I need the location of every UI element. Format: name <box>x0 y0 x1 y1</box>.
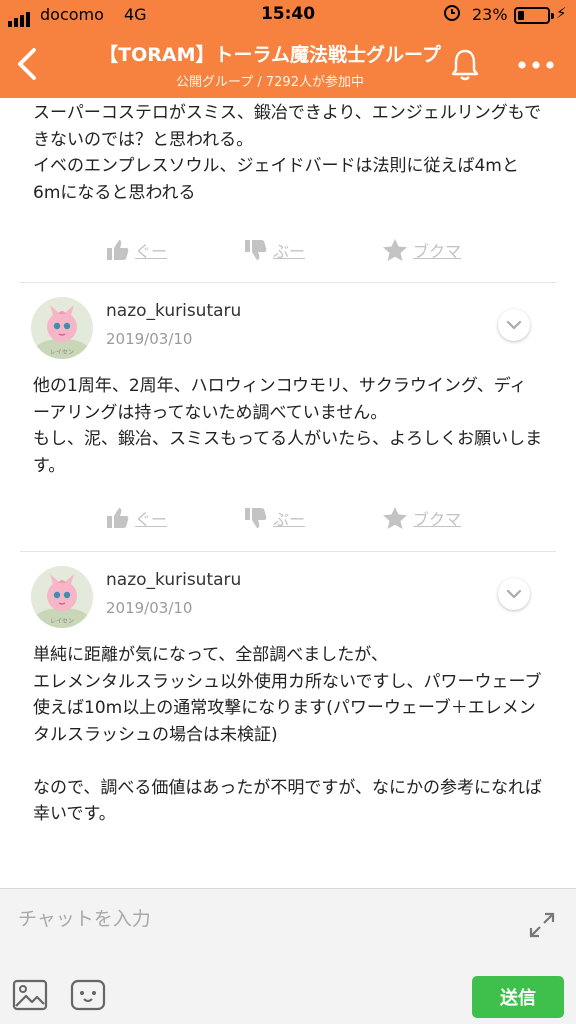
message-text: スーパーコステロがスミス、鍛冶できより、エンジェルリングもできないのでは？と思わ… <box>33 103 542 203</box>
username[interactable]: nazo_kurisutaru <box>106 301 241 321</box>
message-text: 他の1周年、2周年、ハロウィンコウモリ、サクラウイング、ディーアリングは持ってな… <box>33 376 543 476</box>
post-menu-button[interactable] <box>498 578 530 610</box>
dislike-button[interactable]: ぶー <box>244 506 382 530</box>
sticker-icon <box>70 979 106 1011</box>
like-button[interactable]: ぐー <box>106 238 244 262</box>
message-feed[interactable]: スーパーコステロがスミス、鍛冶できより、エンジェルリングもできないのでは？と思わ… <box>0 98 576 888</box>
chevron-left-icon <box>18 48 36 80</box>
more-button[interactable] <box>510 50 562 80</box>
svg-text:レイセン: レイセン <box>50 349 74 356</box>
thumbs-up-icon <box>107 508 129 528</box>
thumbs-down-icon <box>245 240 267 260</box>
bookmark-button[interactable]: ブクマ <box>382 238 520 262</box>
thumbs-down-icon <box>245 508 267 528</box>
post-menu-button[interactable] <box>498 309 530 341</box>
status-bar: docomo 4G 15:40 23% ⚡ <box>0 0 576 30</box>
thumbs-up-icon <box>107 240 129 260</box>
group-subtitle: 公開グループ / 7292人が参加中 <box>176 75 364 90</box>
chevron-down-icon <box>506 589 522 599</box>
reaction-bar: ぐー ぶー ブクマ <box>0 503 576 533</box>
location-lock-icon <box>442 3 462 27</box>
image-icon <box>12 979 48 1011</box>
group-title: 【TORAM】トーラム魔法戦士グループ <box>99 44 441 66</box>
charging-icon: ⚡ <box>556 4 567 22</box>
svg-text:レイセン: レイセン <box>50 618 74 625</box>
title-area[interactable]: 【TORAM】トーラム魔法戦士グループ 公開グループ / 7292人が参加中 <box>60 40 480 90</box>
username[interactable]: nazo_kurisutaru <box>106 570 241 590</box>
star-icon <box>383 507 407 529</box>
chevron-down-icon <box>506 320 522 330</box>
group-header: 【TORAM】トーラム魔法戦士グループ 公開グループ / 7292人が参加中 <box>0 30 576 98</box>
send-button[interactable]: 送信 <box>472 976 564 1018</box>
avatar[interactable]: レイセン <box>31 297 93 359</box>
dislike-button[interactable]: ぶー <box>244 238 382 262</box>
like-button[interactable]: ぐー <box>106 506 244 530</box>
bell-icon <box>451 49 479 81</box>
battery-percent: 23% <box>472 5 508 24</box>
expand-button[interactable] <box>528 911 556 939</box>
image-attach-button[interactable] <box>12 979 48 1011</box>
post-date: 2019/03/10 <box>106 599 193 617</box>
reaction-bar: ぐー ぶー ブクマ <box>0 235 576 265</box>
post-header: レイセン nazo_kurisutaru 2019/03/10 <box>0 297 576 369</box>
message-text: 単純に距離が気になって、全部調べましたが、 エレメンタルスラッシュ以外使用カ所な… <box>33 645 542 824</box>
battery-icon <box>514 7 554 24</box>
notification-button[interactable] <box>446 46 484 84</box>
chat-input[interactable] <box>18 899 508 939</box>
post-header: レイセン nazo_kurisutaru 2019/03/10 <box>0 566 576 638</box>
star-icon <box>383 239 407 261</box>
sticker-button[interactable] <box>70 979 106 1011</box>
more-dots-icon <box>518 61 554 69</box>
back-button[interactable] <box>8 42 48 86</box>
expand-icon <box>529 912 555 938</box>
bookmark-button[interactable]: ブクマ <box>382 506 520 530</box>
chat-input-area: 送信 <box>0 888 576 1024</box>
avatar[interactable]: レイセン <box>31 566 93 628</box>
post-date: 2019/03/10 <box>106 330 193 348</box>
